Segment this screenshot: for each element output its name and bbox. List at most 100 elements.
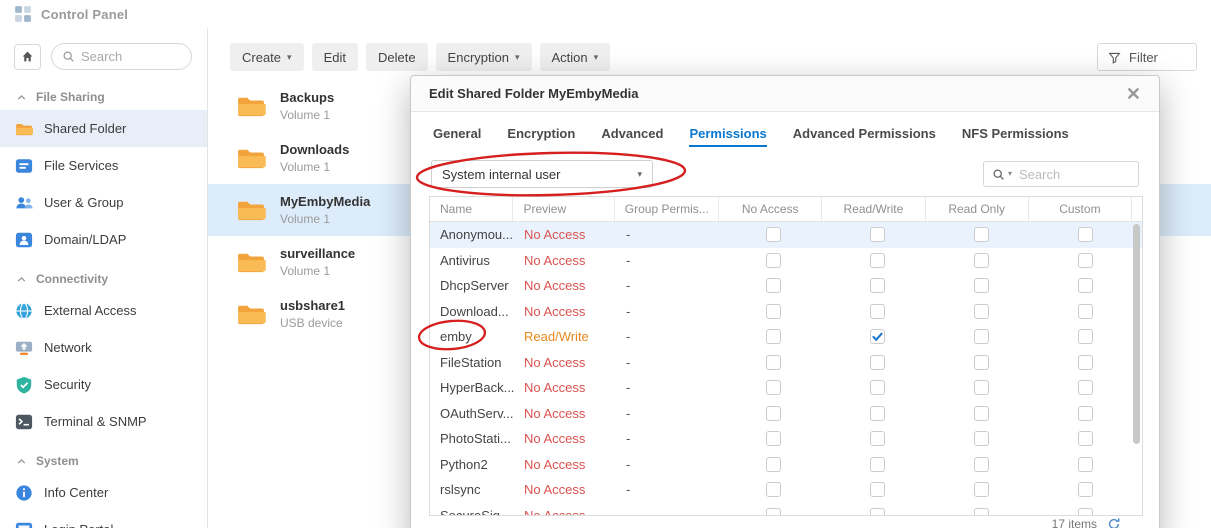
no-access-checkbox[interactable]	[766, 278, 781, 293]
close-icon[interactable]: ✕	[1126, 85, 1141, 103]
edit-button[interactable]: Edit	[312, 43, 358, 71]
column-header-read-write[interactable]: Read/Write	[822, 197, 925, 221]
column-header-name[interactable]: Name	[430, 197, 513, 221]
permission-row-rslsync[interactable]: rslsyncNo Access-	[430, 477, 1142, 503]
read-only-checkbox[interactable]	[974, 278, 989, 293]
sidebar-item-login-portal[interactable]: Login Portal	[0, 511, 207, 528]
read-only-checkbox[interactable]	[974, 253, 989, 268]
action-button[interactable]: Action▾	[540, 43, 611, 71]
tab-advanced[interactable]: Advanced	[601, 121, 663, 147]
sidebar-item-shared-folder[interactable]: Shared Folder	[0, 110, 207, 147]
sidebar-search-input[interactable]: Search	[51, 43, 192, 70]
encryption-button[interactable]: Encryption▾	[436, 43, 532, 71]
permission-row-filestation[interactable]: FileStationNo Access-	[430, 350, 1142, 376]
read-only-checkbox[interactable]	[974, 508, 989, 516]
custom-checkbox[interactable]	[1078, 355, 1093, 370]
read-only-checkbox[interactable]	[974, 406, 989, 421]
permission-row-hyperback[interactable]: HyperBack...No Access-	[430, 375, 1142, 401]
read-write-checkbox[interactable]	[870, 457, 885, 472]
permission-row-securesig[interactable]: SecureSig...No Access-	[430, 503, 1142, 517]
sidebar-item-info-center[interactable]: Info Center	[0, 474, 207, 511]
permission-row-anonymou[interactable]: Anonymou...No Access-	[430, 222, 1142, 248]
read-only-checkbox[interactable]	[974, 304, 989, 319]
table-scrollbar[interactable]	[1133, 224, 1140, 444]
no-access-checkbox[interactable]	[766, 304, 781, 319]
no-access-checkbox[interactable]	[766, 355, 781, 370]
column-header-preview[interactable]: Preview	[513, 197, 614, 221]
user-type-dropdown[interactable]: System internal user ▾	[431, 160, 653, 188]
custom-checkbox[interactable]	[1078, 482, 1093, 497]
read-only-checkbox[interactable]	[974, 227, 989, 242]
read-write-checkbox[interactable]	[870, 253, 885, 268]
permission-row-emby[interactable]: embyRead/Write-	[430, 324, 1142, 350]
read-write-checkbox[interactable]	[870, 508, 885, 516]
no-access-checkbox[interactable]	[766, 329, 781, 344]
sidebar-item-file-services[interactable]: File Services	[0, 147, 207, 184]
tab-encryption[interactable]: Encryption	[507, 121, 575, 147]
read-write-checkbox[interactable]	[870, 406, 885, 421]
read-write-checkbox-checked[interactable]	[870, 329, 885, 344]
sidebar-item-domain-ldap[interactable]: Domain/LDAP	[0, 221, 207, 258]
permission-row-dhcpserver[interactable]: DhcpServerNo Access-	[430, 273, 1142, 299]
read-write-checkbox[interactable]	[870, 278, 885, 293]
no-access-checkbox[interactable]	[766, 380, 781, 395]
no-access-checkbox[interactable]	[766, 431, 781, 446]
column-header-no-access[interactable]: No Access	[719, 197, 822, 221]
column-header-group-permis[interactable]: Group Permis...	[615, 197, 719, 221]
delete-button[interactable]: Delete	[366, 43, 428, 71]
read-only-checkbox[interactable]	[974, 355, 989, 370]
custom-checkbox[interactable]	[1078, 508, 1093, 516]
custom-checkbox[interactable]	[1078, 329, 1093, 344]
folder-text: DownloadsVolume 1	[280, 142, 349, 174]
no-access-checkbox[interactable]	[766, 406, 781, 421]
tab-advanced-permissions[interactable]: Advanced Permissions	[793, 121, 936, 147]
custom-checkbox[interactable]	[1078, 304, 1093, 319]
custom-checkbox[interactable]	[1078, 278, 1093, 293]
tab-permissions[interactable]: Permissions	[689, 121, 766, 147]
create-button[interactable]: Create▾	[230, 43, 304, 71]
no-access-checkbox[interactable]	[766, 508, 781, 516]
custom-checkbox[interactable]	[1078, 431, 1093, 446]
sidebar-section-connectivity[interactable]: Connectivity	[0, 266, 207, 292]
permission-row-python2[interactable]: Python2No Access-	[430, 452, 1142, 478]
sidebar-item-terminal-snmp[interactable]: Terminal & SNMP	[0, 403, 207, 440]
sidebar-item-user-group[interactable]: User & Group	[0, 184, 207, 221]
read-write-checkbox[interactable]	[870, 431, 885, 446]
dialog-search-input[interactable]: ▾ Search	[983, 161, 1139, 187]
no-access-checkbox[interactable]	[766, 227, 781, 242]
no-access-checkbox[interactable]	[766, 457, 781, 472]
home-button[interactable]	[14, 44, 41, 70]
sidebar-item-network[interactable]: Network	[0, 329, 207, 366]
custom-checkbox[interactable]	[1078, 406, 1093, 421]
column-header-custom[interactable]: Custom	[1029, 197, 1132, 221]
read-write-checkbox[interactable]	[870, 380, 885, 395]
custom-checkbox[interactable]	[1078, 253, 1093, 268]
sidebar-item-external-access[interactable]: External Access	[0, 292, 207, 329]
read-only-checkbox[interactable]	[974, 482, 989, 497]
read-only-checkbox[interactable]	[974, 431, 989, 446]
column-header-read-only[interactable]: Read Only	[926, 197, 1029, 221]
custom-checkbox[interactable]	[1078, 227, 1093, 242]
read-only-checkbox[interactable]	[974, 457, 989, 472]
permission-row-download[interactable]: Download...No Access-	[430, 299, 1142, 325]
read-write-checkbox[interactable]	[870, 227, 885, 242]
sidebar-section-system[interactable]: System	[0, 448, 207, 474]
sidebar-item-security[interactable]: Security	[0, 366, 207, 403]
read-only-checkbox[interactable]	[974, 329, 989, 344]
custom-checkbox[interactable]	[1078, 457, 1093, 472]
tab-general[interactable]: General	[433, 121, 481, 147]
custom-checkbox[interactable]	[1078, 380, 1093, 395]
read-write-checkbox[interactable]	[870, 482, 885, 497]
sidebar-section-file-sharing[interactable]: File Sharing	[0, 84, 207, 110]
permission-row-oauthserv[interactable]: OAuthServ...No Access-	[430, 401, 1142, 427]
tab-nfs-permissions[interactable]: NFS Permissions	[962, 121, 1069, 147]
no-access-checkbox[interactable]	[766, 482, 781, 497]
filter-button[interactable]: Filter	[1097, 43, 1197, 71]
read-write-checkbox[interactable]	[870, 355, 885, 370]
read-only-checkbox[interactable]	[974, 380, 989, 395]
no-access-checkbox[interactable]	[766, 253, 781, 268]
permission-row-photostati[interactable]: PhotoStati...No Access-	[430, 426, 1142, 452]
read-write-checkbox[interactable]	[870, 304, 885, 319]
permission-row-antivirus[interactable]: AntivirusNo Access-	[430, 248, 1142, 274]
refresh-icon[interactable]	[1107, 517, 1121, 528]
